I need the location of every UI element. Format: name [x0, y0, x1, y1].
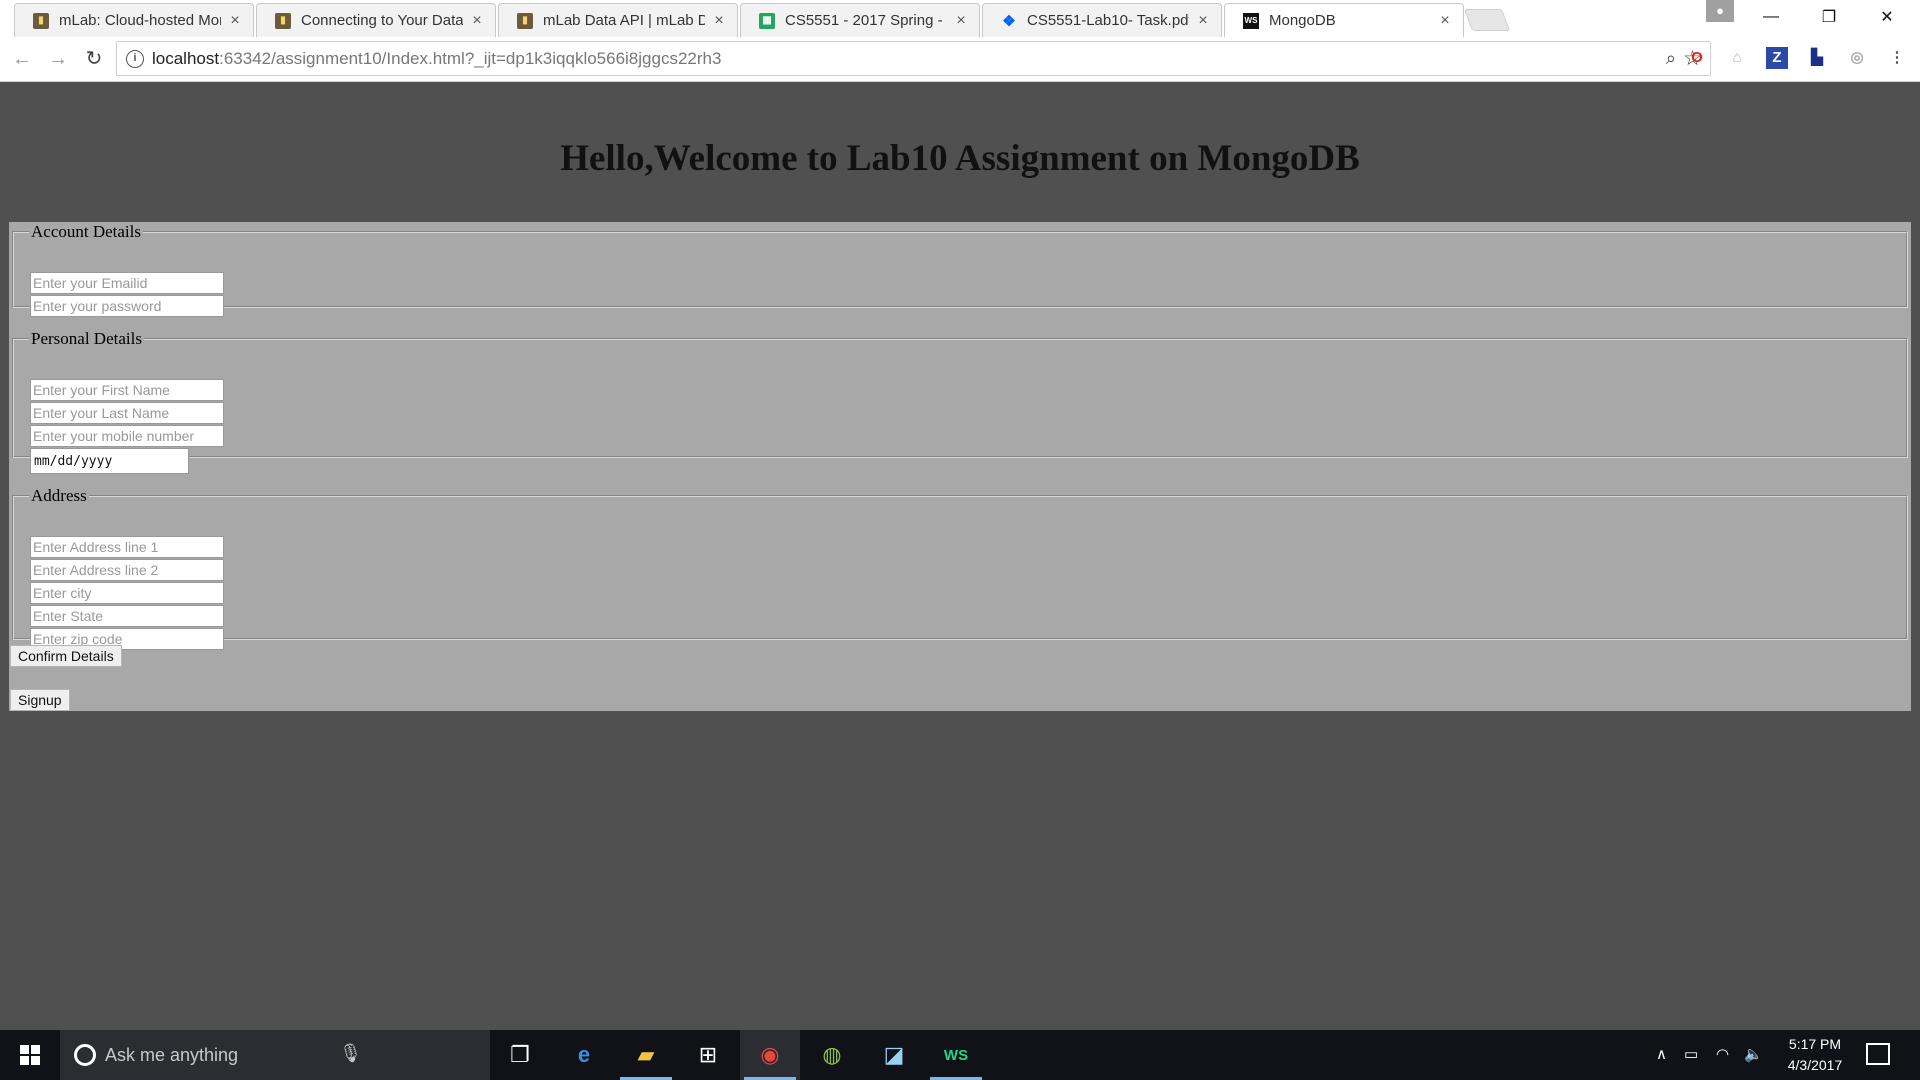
task-view-icon[interactable]: ❐: [490, 1030, 550, 1080]
address-legend: Address: [31, 486, 87, 505]
webstorm-icon: WS: [1243, 12, 1259, 29]
browser-tab-strip: ▮ mLab: Cloud-hosted Mor × ▮ Connecting …: [0, 0, 1920, 37]
mlab-leaf-icon: ▮: [275, 12, 291, 29]
close-tab-icon[interactable]: ×: [1195, 12, 1211, 30]
signup-form: Account Details Enter your Emailid Enter…: [9, 222, 1911, 711]
z-extension-icon[interactable]: Z: [1766, 47, 1788, 69]
tab-lab10-task-pdf[interactable]: ❖ CS5551-Lab10- Task.pdf ×: [982, 3, 1222, 37]
signup-button[interactable]: Signup: [10, 689, 70, 711]
first-name-field[interactable]: Enter your First Name: [30, 379, 224, 401]
microphone-icon[interactable]: 🎙: [339, 1043, 362, 1064]
info-icon[interactable]: i: [126, 49, 144, 68]
cortana-icon: [74, 1044, 96, 1066]
dropbox-icon: ❖: [1002, 12, 1016, 30]
reload-icon[interactable]: ↻: [80, 45, 108, 73]
close-window-icon[interactable]: ✕: [1858, 0, 1916, 34]
back-arrow-icon[interactable]: ←: [8, 45, 36, 73]
last-name-field[interactable]: Enter your Last Name: [30, 402, 224, 424]
forward-arrow-icon[interactable]: →: [44, 45, 72, 73]
address-fieldset: Address Enter Address line 1 Enter Addre…: [12, 486, 1908, 650]
address-bar[interactable]: i localhost:63342/assignment10/Index.htm…: [116, 41, 1711, 76]
notepad-icon[interactable]: ◪: [864, 1030, 924, 1080]
tab-mlab-data-api[interactable]: ▮ mLab Data API | mLab D ×: [498, 3, 738, 37]
user-profile-icon[interactable]: ●: [1706, 0, 1734, 22]
tab-title: mLab: Cloud-hosted Mor: [59, 12, 221, 29]
personal-details-fieldset: Personal Details Enter your First Name E…: [12, 329, 1908, 474]
account-details-fieldset: Account Details Enter your Emailid Enter…: [12, 222, 1908, 317]
file-explorer-icon[interactable]: ▰: [616, 1030, 676, 1080]
store-icon[interactable]: ⊞: [678, 1030, 738, 1080]
opera-extension-icon[interactable]: O: [1686, 47, 1708, 69]
restore-icon[interactable]: ❐: [1800, 0, 1858, 34]
mlab-leaf-icon: ▮: [517, 12, 533, 29]
webstorm-taskbar-icon[interactable]: WS: [926, 1030, 986, 1080]
volume-icon[interactable]: 🔈: [1744, 1045, 1763, 1063]
tab-title: Connecting to Your Data: [301, 12, 463, 29]
page-title: Hello,Welcome to Lab10 Assignment on Mon…: [560, 138, 1360, 179]
city-field[interactable]: Enter city: [30, 582, 224, 604]
minimize-icon[interactable]: —: [1742, 0, 1800, 34]
mobile-number-field[interactable]: Enter your mobile number: [30, 425, 224, 447]
email-field[interactable]: Enter your Emailid: [30, 272, 224, 294]
close-tab-icon[interactable]: ×: [227, 12, 243, 30]
address-line1-field[interactable]: Enter Address line 1: [30, 536, 224, 558]
action-center-icon[interactable]: [1866, 1043, 1890, 1065]
new-tab-button[interactable]: [1463, 9, 1511, 31]
page-viewport: Hello,Welcome to Lab10 Assignment on Mon…: [0, 82, 1920, 1030]
close-tab-icon[interactable]: ×: [711, 12, 727, 30]
clock-date: 4/3/2017: [1787, 1057, 1843, 1073]
close-tab-icon[interactable]: ×: [953, 12, 969, 30]
tab-title: MongoDB: [1269, 12, 1336, 29]
battery-icon[interactable]: ▭: [1684, 1045, 1698, 1063]
close-tab-icon[interactable]: ×: [469, 12, 485, 30]
system-clock[interactable]: 5:17 PM 4/3/2017: [1770, 1034, 1860, 1076]
clock-time: 5:17 PM: [1788, 1036, 1842, 1052]
start-button[interactable]: [0, 1030, 60, 1080]
tab-title: mLab Data API | mLab D: [543, 12, 705, 29]
tab-connecting-to-data[interactable]: ▮ Connecting to Your Data ×: [256, 3, 496, 37]
tab-cs5551-sheet[interactable]: ▦ CS5551 - 2017 Spring - C ×: [740, 3, 980, 37]
windows-taskbar: Ask me anything 🎙 ❐ e ▰ ⊞ ◉ ◍ ◪ WS ∧ ▭ ◠…: [0, 1030, 1920, 1080]
google-sheets-icon: ▦: [759, 12, 775, 29]
confirm-details-button[interactable]: Confirm Details: [10, 645, 122, 667]
pdf-extension-icon[interactable]: ⌂: [1726, 47, 1748, 69]
state-field[interactable]: Enter State: [30, 605, 224, 627]
menu-dots-icon[interactable]: ⋮: [1886, 47, 1908, 69]
cortana-search-box[interactable]: Ask me anything 🎙: [60, 1030, 490, 1080]
search-placeholder: Ask me anything: [105, 1044, 239, 1065]
address-line2-field[interactable]: Enter Address line 2: [30, 559, 224, 581]
mlab-leaf-icon: ▮: [33, 12, 49, 29]
browser-toolbar: ← → ↻ i localhost:63342/assignment10/Ind…: [0, 37, 1920, 82]
password-field[interactable]: Enter your password: [30, 295, 224, 317]
show-hidden-icons-icon[interactable]: ∧: [1656, 1045, 1667, 1063]
url-text: localhost:63342/assignment10/Index.html?…: [152, 48, 722, 68]
tab-mongodb[interactable]: WS MongoDB ×: [1224, 3, 1464, 37]
wifi-icon[interactable]: ◠: [1716, 1045, 1729, 1063]
android-studio-icon[interactable]: ◍: [802, 1030, 862, 1080]
tab-title: CS5551 - 2017 Spring - C: [785, 12, 947, 29]
docs-extension-icon[interactable]: ▙: [1806, 47, 1828, 69]
personal-details-legend: Personal Details: [31, 329, 142, 348]
account-details-legend: Account Details: [31, 222, 141, 241]
ghost-extension-icon[interactable]: ◎: [1846, 47, 1868, 69]
date-of-birth-field[interactable]: mm/dd/yyyy: [30, 448, 189, 474]
zoom-icon[interactable]: ⌕: [1666, 48, 1676, 69]
tab-mlab-cloud-hosted[interactable]: ▮ mLab: Cloud-hosted Mor ×: [14, 3, 254, 37]
chrome-icon[interactable]: ◉: [740, 1030, 800, 1080]
windows-logo-icon: [20, 1045, 40, 1065]
close-tab-icon[interactable]: ×: [1437, 12, 1453, 30]
tab-title: CS5551-Lab10- Task.pdf: [1027, 12, 1189, 29]
edge-browser-icon[interactable]: e: [554, 1030, 614, 1080]
